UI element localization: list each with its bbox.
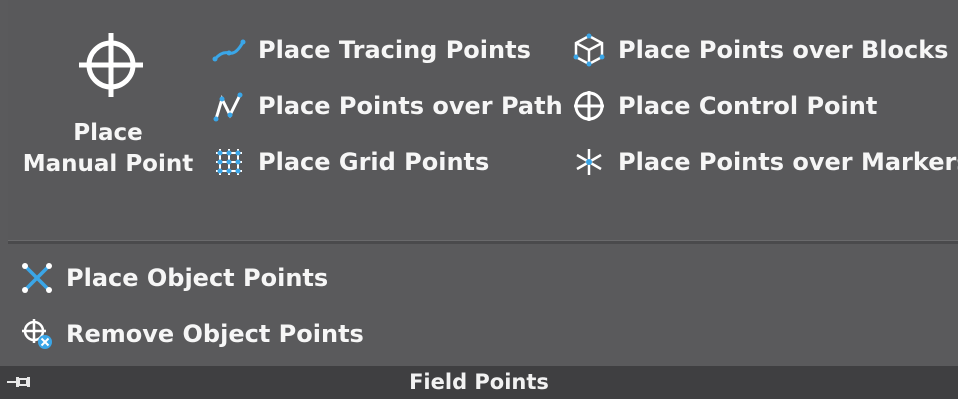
- tracing-points-icon: [212, 33, 246, 67]
- markers-points-icon: [572, 145, 606, 179]
- place-manual-point-button[interactable]: Place Manual Point: [8, 20, 208, 190]
- place-points-over-path-button[interactable]: Place Points over Path: [212, 86, 563, 126]
- crosshair-icon: [76, 30, 146, 104]
- place-points-over-path-label: Place Points over Path: [258, 92, 563, 120]
- path-points-icon: [212, 89, 246, 123]
- place-control-point-label: Place Control Point: [618, 92, 878, 120]
- panel-title: Field Points: [409, 370, 549, 394]
- place-points-over-blocks-button[interactable]: Place Points over Blocks: [572, 30, 948, 70]
- place-points-over-markers-button[interactable]: Place Points over Markers: [572, 142, 958, 182]
- remove-object-points-button[interactable]: Remove Object Points: [20, 314, 364, 354]
- place-object-points-label: Place Object Points: [66, 264, 329, 292]
- blocks-points-icon: [572, 33, 606, 67]
- place-tracing-points-button[interactable]: Place Tracing Points: [212, 30, 531, 70]
- place-grid-points-button[interactable]: Place Grid Points: [212, 142, 489, 182]
- place-manual-point-label-line1: Place: [73, 120, 143, 146]
- object-points-icon: [20, 261, 54, 295]
- panel-footer: Field Points: [0, 366, 958, 399]
- control-point-icon: [572, 89, 606, 123]
- place-grid-points-label: Place Grid Points: [258, 148, 490, 176]
- place-points-over-blocks-label: Place Points over Blocks: [618, 36, 949, 64]
- grid-points-icon: [212, 145, 246, 179]
- remove-object-points-icon: [20, 317, 54, 351]
- place-control-point-button[interactable]: Place Control Point: [572, 86, 877, 126]
- place-manual-point-label-line2: Manual Point: [22, 151, 194, 177]
- place-tracing-points-label: Place Tracing Points: [258, 36, 531, 64]
- place-object-points-button[interactable]: Place Object Points: [20, 258, 328, 298]
- place-points-over-markers-label: Place Points over Markers: [618, 148, 958, 176]
- remove-object-points-label: Remove Object Points: [66, 320, 364, 348]
